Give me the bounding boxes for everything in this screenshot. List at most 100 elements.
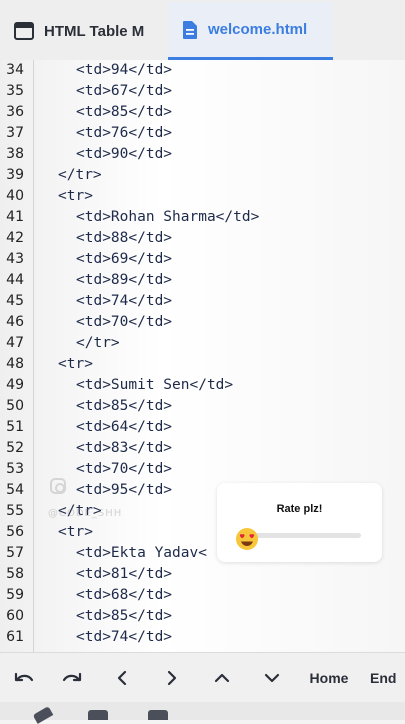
code-text: <td>67</td> bbox=[76, 83, 173, 99]
line-number: 46 bbox=[6, 314, 24, 330]
code-line[interactable]: 38 <td>90</td> bbox=[0, 144, 405, 165]
line-number: 58 bbox=[6, 566, 24, 582]
code-line[interactable]: 35 <td>67</td> bbox=[0, 81, 405, 102]
code-line[interactable]: 47 </tr> bbox=[0, 333, 405, 354]
line-number: 37 bbox=[6, 125, 24, 141]
tab-bar: HTML Table M welcome.html bbox=[0, 0, 405, 61]
tab-welcome-html[interactable]: welcome.html bbox=[168, 2, 333, 60]
code-text: <td>83</td> bbox=[76, 440, 173, 456]
down-arrow-button[interactable] bbox=[254, 653, 290, 703]
file-icon bbox=[182, 20, 198, 40]
code-editor[interactable]: 34 <td>94</td> 35 <td>67</td> 36 <td>85</td> 3… bbox=[0, 60, 405, 652]
code-text: <td>81</td> bbox=[76, 566, 173, 582]
redo-icon bbox=[61, 671, 83, 685]
code-text: <tr> bbox=[58, 356, 93, 372]
line-number: 61 bbox=[6, 629, 24, 645]
code-line[interactable]: 51 <td>64</td> bbox=[0, 417, 405, 438]
code-text: <td>74</td> bbox=[76, 293, 173, 309]
code-line[interactable]: 39 </tr> bbox=[0, 165, 405, 186]
code-line[interactable]: 60 <td>85</td> bbox=[0, 606, 405, 627]
line-number: 44 bbox=[6, 272, 24, 288]
line-number: 54 bbox=[6, 482, 24, 498]
line-number: 53 bbox=[6, 461, 24, 477]
code-text: <tr> bbox=[58, 188, 93, 204]
left-arrow-button[interactable] bbox=[104, 653, 140, 703]
code-line[interactable]: 46 <td>70</td> bbox=[0, 312, 405, 333]
line-number: 56 bbox=[6, 524, 24, 540]
line-number: 45 bbox=[6, 293, 24, 309]
line-number: 47 bbox=[6, 335, 24, 351]
code-line[interactable]: 59 <td>68</td> bbox=[0, 585, 405, 606]
code-text: </tr> bbox=[76, 335, 120, 351]
tab-label: HTML Table M bbox=[44, 22, 145, 40]
rating-title: Rate plz! bbox=[276, 503, 323, 515]
right-arrow-button[interactable] bbox=[154, 653, 190, 703]
up-arrow-button[interactable] bbox=[204, 653, 240, 703]
code-line[interactable]: 61 <td>74</td> bbox=[0, 627, 405, 648]
instagram-icon bbox=[50, 478, 66, 494]
watermark-text: @CODE_SHH bbox=[48, 508, 123, 519]
pen-icon[interactable] bbox=[32, 706, 54, 724]
redo-button[interactable] bbox=[52, 653, 92, 703]
undo-icon bbox=[13, 671, 35, 685]
window-icon bbox=[14, 22, 34, 40]
code-text: <td>69</td> bbox=[76, 251, 173, 267]
line-number: 49 bbox=[6, 377, 24, 393]
code-line[interactable]: 45 <td>74</td> bbox=[0, 291, 405, 312]
code-line[interactable]: 41 <td>Rohan Sharma</td> bbox=[0, 207, 405, 228]
code-text: </tr> bbox=[58, 167, 102, 183]
rating-card: Rate plz! bbox=[217, 483, 382, 562]
bottom-toolbar: Home End bbox=[0, 652, 405, 703]
watermark: @CODE_SHH bbox=[48, 476, 198, 526]
line-number: 52 bbox=[6, 440, 24, 456]
line-number: 41 bbox=[6, 209, 24, 225]
code-line[interactable]: 48 <tr> bbox=[0, 354, 405, 375]
bottom-action-strip bbox=[0, 702, 405, 724]
line-number: 34 bbox=[6, 62, 24, 78]
code-line[interactable]: 49 <td>Sumit Sen</td> bbox=[0, 375, 405, 396]
code-line[interactable]: 40 <tr> bbox=[0, 186, 405, 207]
home-button[interactable]: Home bbox=[302, 653, 356, 703]
code-line[interactable]: 50 <td>85</td> bbox=[0, 396, 405, 417]
code-text: <td>89</td> bbox=[76, 272, 173, 288]
chevron-right-icon bbox=[167, 670, 177, 686]
chevron-down-icon bbox=[264, 673, 280, 683]
code-line[interactable]: 36 <td>85</td> bbox=[0, 102, 405, 123]
chevron-left-icon bbox=[117, 670, 127, 686]
code-text: <td>90</td> bbox=[76, 146, 173, 162]
code-text: <td>70</td> bbox=[76, 314, 173, 330]
chevron-up-icon bbox=[214, 673, 230, 683]
line-number: 40 bbox=[6, 188, 24, 204]
code-line[interactable]: 37 <td>76</td> bbox=[0, 123, 405, 144]
code-text: <td>Ekta Yadav< bbox=[76, 545, 207, 561]
code-text: <td>68</td> bbox=[76, 587, 173, 603]
code-line[interactable]: 43 <td>69</td> bbox=[0, 249, 405, 270]
line-number: 43 bbox=[6, 251, 24, 267]
line-number: 48 bbox=[6, 356, 24, 372]
line-number: 36 bbox=[6, 104, 24, 120]
heart-eyes-emoji-icon[interactable] bbox=[235, 527, 259, 551]
code-text: <td>76</td> bbox=[76, 125, 173, 141]
code-line[interactable]: 42 <td>88</td> bbox=[0, 228, 405, 249]
line-number: 50 bbox=[6, 398, 24, 414]
code-line[interactable]: 52 <td>83</td> bbox=[0, 438, 405, 459]
folder-icon[interactable] bbox=[88, 710, 108, 720]
line-number: 39 bbox=[6, 167, 24, 183]
window-icon[interactable] bbox=[148, 710, 168, 720]
code-line[interactable]: 44 <td>89</td> bbox=[0, 270, 405, 291]
code-text: <td>Sumit Sen</td> bbox=[76, 377, 234, 393]
tab-html-table[interactable]: HTML Table M bbox=[0, 2, 168, 60]
end-button[interactable]: End bbox=[370, 653, 405, 703]
line-number: 51 bbox=[6, 419, 24, 435]
code-line[interactable]: 34 <td>94</td> bbox=[0, 60, 405, 81]
line-number: 38 bbox=[6, 146, 24, 162]
line-number: 35 bbox=[6, 83, 24, 99]
line-number: 59 bbox=[6, 587, 24, 603]
line-number: 60 bbox=[6, 608, 24, 624]
code-line[interactable]: 58 <td>81</td> bbox=[0, 564, 405, 585]
code-text: <td>85</td> bbox=[76, 398, 173, 414]
code-text: <td>64</td> bbox=[76, 419, 173, 435]
undo-button[interactable] bbox=[4, 653, 44, 703]
code-text: <td>88</td> bbox=[76, 230, 173, 246]
code-text: <td>94</td> bbox=[76, 62, 173, 78]
